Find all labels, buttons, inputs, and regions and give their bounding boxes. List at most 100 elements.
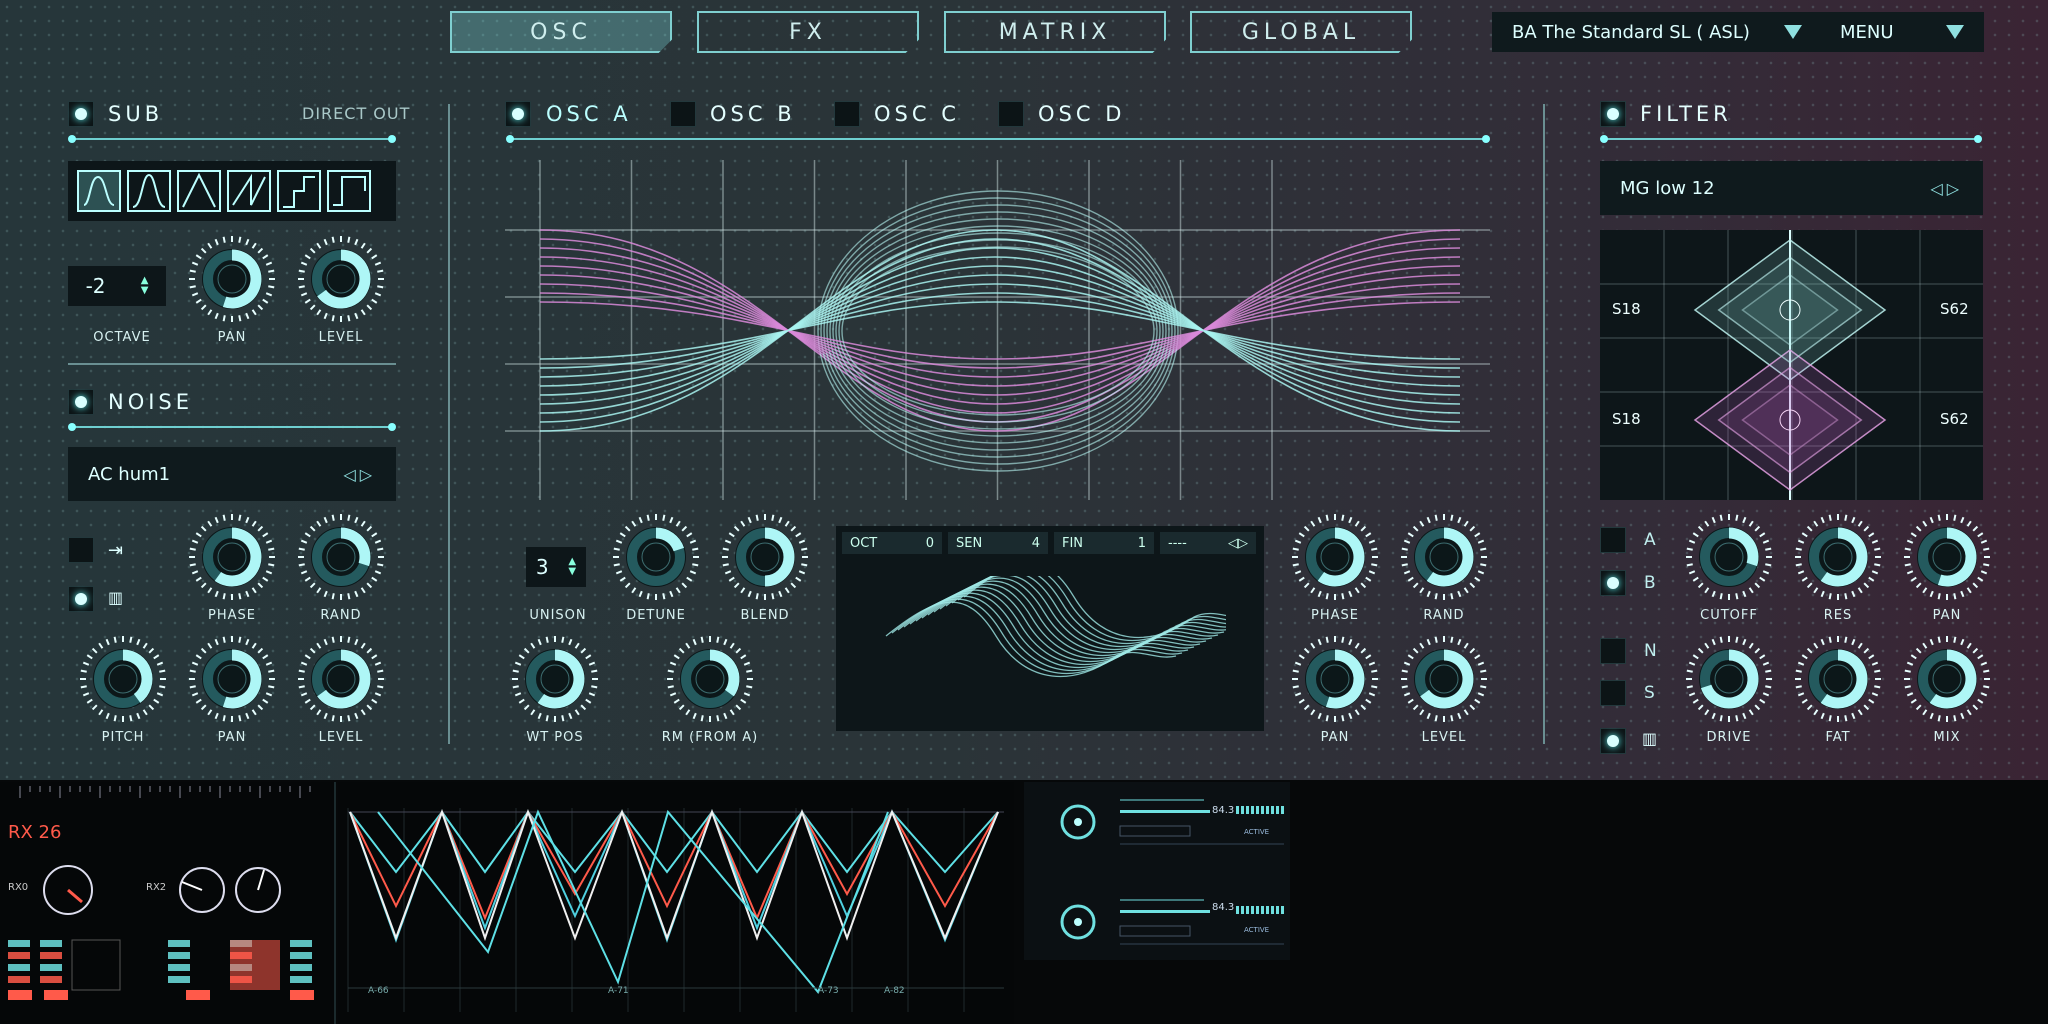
graph-label: A-82: [884, 986, 905, 996]
osc-level-knob[interactable]: [1399, 634, 1489, 728]
osc-a-enable-toggle[interactable]: [505, 101, 531, 127]
oct-value: 0: [925, 535, 934, 551]
detune-knob[interactable]: [611, 512, 701, 606]
wavetable-display[interactable]: [505, 160, 1490, 505]
filter-type-selector[interactable]: MG low 12 ◁▷: [1600, 161, 1983, 215]
filter-s-label: S18: [1612, 300, 1641, 318]
route-s-toggle[interactable]: [1600, 680, 1626, 706]
knob-dial-icon: [298, 514, 384, 600]
wave-3d-plot: [885, 576, 1226, 678]
knob-dial-icon: [1401, 514, 1487, 600]
unison-stepper[interactable]: 3 ▲ ▼: [526, 547, 586, 587]
tab-matrix[interactable]: MATRIX: [944, 11, 1166, 53]
preset-dropdown[interactable]: BA The Standard SL ( ASL): [1492, 12, 1822, 52]
fat-knob[interactable]: [1793, 634, 1883, 728]
drive-knob[interactable]: [1684, 634, 1774, 728]
osc-rand-knob[interactable]: [1399, 512, 1489, 606]
filter-s-label: S62: [1940, 410, 1969, 428]
tab-fx[interactable]: FX: [697, 11, 919, 53]
osc-phase-knob[interactable]: [1290, 512, 1380, 606]
noise-phase-knob[interactable]: [187, 512, 277, 606]
tab-osc-d[interactable]: OSC D: [1038, 102, 1125, 126]
thumbnail-channel-strip[interactable]: 84.3 84.3 ACTIVE ACTIVE: [1024, 782, 1290, 960]
wt-pos-knob[interactable]: [510, 634, 600, 728]
noise-keytrack-toggle[interactable]: [68, 586, 94, 612]
waveform-icons[interactable]: [76, 169, 372, 213]
rm-knob[interactable]: [665, 634, 755, 728]
drive-label: DRIVE: [1706, 730, 1752, 745]
prev-next-arrows-icon[interactable]: ◁▷: [1930, 179, 1963, 198]
knob-dial-icon: [1795, 514, 1881, 600]
channel-value: 84.3: [1212, 805, 1235, 816]
route-b-toggle[interactable]: [1600, 570, 1626, 596]
chevron-down-icon: [1946, 25, 1964, 39]
filter-display[interactable]: S18 S62 S18 S62: [1600, 230, 1983, 500]
noise-level-knob[interactable]: [296, 634, 386, 728]
prev-next-arrows-icon[interactable]: ◁▷: [1228, 536, 1248, 551]
stepper-arrows-icon[interactable]: ▲ ▼: [568, 557, 576, 577]
prev-next-arrows-icon[interactable]: ◁▷: [343, 465, 376, 484]
tab-osc-b[interactable]: OSC B: [710, 102, 796, 126]
sen-field[interactable]: SEN 4: [948, 532, 1048, 554]
chevron-down-icon: [1784, 25, 1802, 39]
stepper-arrows-icon[interactable]: ▲ ▼: [141, 276, 149, 296]
noise-rand-knob[interactable]: [296, 512, 386, 606]
rm-label: RM (FROM A): [661, 730, 759, 745]
mode-field[interactable]: ---- ◁▷: [1160, 532, 1256, 554]
osc-pan-knob[interactable]: [1290, 634, 1380, 728]
filter-pan-knob[interactable]: [1902, 512, 1992, 606]
oct-field[interactable]: OCT 0: [842, 532, 942, 554]
osc-rand-label: RAND: [1423, 608, 1465, 623]
tab-osc[interactable]: OSC: [450, 11, 672, 53]
sub-enable-toggle[interactable]: [68, 101, 94, 127]
mode-label: ----: [1168, 535, 1187, 551]
knob-dial-icon: [613, 514, 699, 600]
sub-waveform-selector[interactable]: [68, 161, 396, 221]
menu-dropdown[interactable]: MENU: [1820, 12, 1984, 52]
envelope-lines-graphic: [347, 808, 1004, 1012]
noise-pan-label: PAN: [217, 730, 247, 745]
sub-level-knob[interactable]: [296, 234, 386, 328]
knob-dial-icon: [1686, 636, 1772, 722]
filter-enable-toggle[interactable]: [1600, 101, 1626, 127]
osc-c-enable-toggle[interactable]: [834, 101, 860, 127]
sub-pan-label: PAN: [217, 330, 247, 345]
filter-s-label: S18: [1612, 410, 1641, 428]
piano-keys-icon: ▥: [108, 588, 124, 607]
sub-pan-knob[interactable]: [187, 234, 277, 328]
noise-pitch-knob[interactable]: [78, 634, 168, 728]
tab-global[interactable]: GLOBAL: [1190, 11, 1412, 53]
active-state: ACTIVE: [1244, 828, 1270, 836]
menu-label: MENU: [1840, 21, 1894, 43]
filter-keytrack-toggle[interactable]: [1600, 728, 1626, 754]
octave-stepper[interactable]: -2 ▲ ▼: [68, 266, 166, 306]
column-separator: [1543, 104, 1545, 744]
route-a-toggle[interactable]: [1600, 527, 1626, 553]
section-divider: [506, 135, 1490, 143]
direct-out-label[interactable]: DIRECT OUT: [302, 104, 410, 123]
mix-knob[interactable]: [1902, 634, 1992, 728]
cutoff-knob[interactable]: [1684, 512, 1774, 606]
filter-type-name: MG low 12: [1620, 177, 1715, 199]
knob-dial-icon: [1904, 514, 1990, 600]
noise-enable-toggle[interactable]: [68, 389, 94, 415]
osc-b-enable-toggle[interactable]: [670, 101, 696, 127]
synth-panel: OSC FX MATRIX GLOBAL BA The Standard SL …: [0, 0, 2048, 780]
fin-field[interactable]: FIN 1: [1054, 532, 1154, 554]
cutoff-label: CUTOFF: [1700, 608, 1758, 623]
osc-d-enable-toggle[interactable]: [998, 101, 1024, 127]
thumbnail-rx-panel[interactable]: RX 26 RX0 RX2: [0, 782, 336, 1024]
active-state: ACTIVE: [1244, 926, 1270, 934]
blend-knob[interactable]: [720, 512, 810, 606]
res-knob[interactable]: [1793, 512, 1883, 606]
route-n-toggle[interactable]: [1600, 638, 1626, 664]
tab-osc-a[interactable]: OSC A: [546, 102, 632, 126]
noise-preset-selector[interactable]: AC hum1 ◁▷: [68, 447, 396, 501]
thumbnail-envelope-graph[interactable]: A-66 A-71 A-73 A-82: [338, 782, 1014, 1024]
graph-label: A-73: [818, 986, 839, 996]
tab-osc-c[interactable]: OSC C: [874, 102, 960, 126]
noise-retrigger-toggle[interactable]: [68, 537, 94, 563]
knob-dial-icon: [1292, 636, 1378, 722]
piano-keys-icon: ▥: [1642, 729, 1658, 748]
noise-pan-knob[interactable]: [187, 634, 277, 728]
